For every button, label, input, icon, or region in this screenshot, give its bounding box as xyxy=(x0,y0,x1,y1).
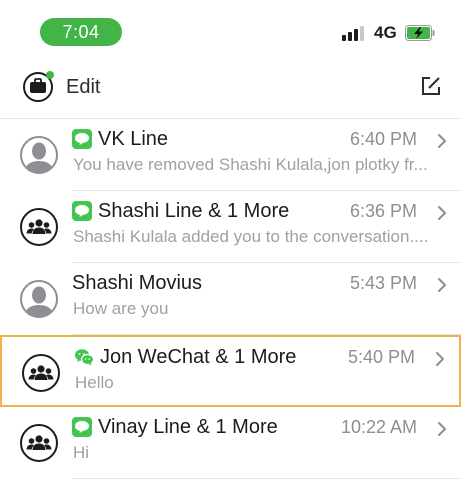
wechat-icon xyxy=(75,349,94,366)
conversation-title-line: Jon WeChat & 1 More xyxy=(74,345,296,369)
chevron-right-icon xyxy=(438,206,446,220)
conversation-title: Jon WeChat & 1 More xyxy=(100,345,297,368)
edit-button[interactable]: Edit xyxy=(66,76,100,99)
status-bar: 7:04 4G xyxy=(0,0,461,56)
conversation-title-line: Shashi Line & 1 More xyxy=(72,199,289,223)
conversation-title-line: Shashi Movius xyxy=(72,271,202,295)
conversation-title: Shashi Movius xyxy=(72,271,203,294)
conversation-title-line: VK Line xyxy=(72,127,168,151)
conversation-title-line: Vinay Line & 1 More xyxy=(72,415,278,439)
conversation-preview: You have removed Shashi Kulala,jon plotk… xyxy=(73,155,428,174)
chevron-right-icon xyxy=(438,422,446,436)
conversation-row[interactable]: Vinay Line & 1 More 10:22 AM Hi xyxy=(0,407,461,479)
chevron-right-icon xyxy=(436,352,444,366)
single-person-avatar xyxy=(20,136,58,174)
conversation-time: 6:40 PM xyxy=(349,129,417,149)
chevron-right-icon xyxy=(438,278,446,292)
conversation-time: 6:36 PM xyxy=(349,201,417,221)
group-avatar xyxy=(22,354,60,392)
conversation-row[interactable]: Shashi Line & 1 More 6:36 PM Shashi Kula… xyxy=(0,191,461,263)
row-divider xyxy=(72,478,461,479)
conversation-title: Vinay Line & 1 More xyxy=(98,415,278,438)
conversation-row[interactable]: VK Line 6:40 PM You have removed Shashi … xyxy=(0,119,461,191)
group-avatar xyxy=(20,424,58,462)
chevron-right-icon xyxy=(438,134,446,148)
header: Edit xyxy=(0,62,461,112)
line-icon xyxy=(72,129,92,149)
single-person-avatar xyxy=(20,280,58,318)
conversation-preview: Shashi Kulala added you to the conversat… xyxy=(73,227,429,246)
compose-icon[interactable] xyxy=(419,74,443,98)
conversation-preview: Hi xyxy=(73,443,90,462)
signal-strength-icon xyxy=(342,25,368,41)
conversation-time: 5:40 PM xyxy=(347,347,415,367)
conversation-row[interactable]: Shashi Movius 5:43 PM How are you xyxy=(0,263,461,335)
battery-charging-icon xyxy=(405,25,435,41)
status-time: 7:04 xyxy=(40,18,122,46)
briefcase-profile-icon[interactable] xyxy=(22,69,56,103)
conversation-preview: Hello xyxy=(75,373,114,392)
conversation-time: 5:43 PM xyxy=(349,273,417,293)
conversation-title: Shashi Line & 1 More xyxy=(98,199,290,222)
conversation-list: VK Line 6:40 PM You have removed Shashi … xyxy=(0,119,461,479)
line-icon xyxy=(72,417,92,437)
line-icon xyxy=(72,201,92,221)
conversation-title: VK Line xyxy=(98,127,169,150)
conversation-preview: How are you xyxy=(73,299,169,318)
group-avatar xyxy=(20,208,58,246)
network-type: 4G xyxy=(374,23,397,42)
conversation-time: 10:22 AM xyxy=(340,417,417,437)
conversation-row[interactable]: Jon WeChat & 1 More 5:40 PM Hello xyxy=(0,335,461,407)
